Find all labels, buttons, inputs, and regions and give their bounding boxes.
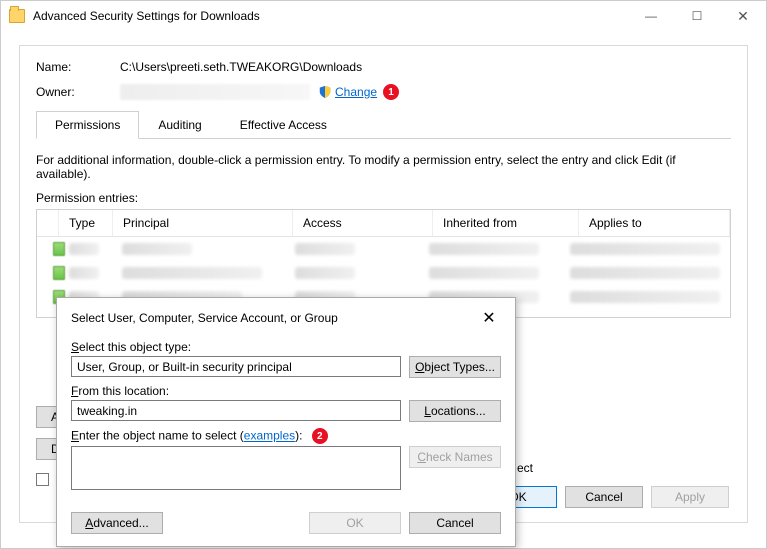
change-owner-link[interactable]: Change <box>335 85 377 99</box>
locations-button[interactable]: Locations... <box>409 400 501 422</box>
owner-value-redacted <box>120 84 310 100</box>
window-controls: — ☐ ✕ <box>628 1 766 31</box>
col-applies[interactable]: Applies to <box>579 210 730 236</box>
tab-row: Permissions Auditing Effective Access <box>36 110 731 139</box>
dialog2-ok-button[interactable]: OK <box>309 512 401 534</box>
enter-name-label: Enter the object name to select (example… <box>71 428 501 444</box>
select-user-dialog: Select User, Computer, Service Account, … <box>56 297 516 547</box>
object-name-input[interactable] <box>71 446 401 490</box>
info-text: For additional information, double-click… <box>36 153 731 181</box>
entries-label: Permission entries: <box>36 191 731 205</box>
examples-link[interactable]: examples <box>244 429 295 443</box>
object-type-field[interactable] <box>71 356 401 377</box>
object-types-button[interactable]: Object Types... <box>409 356 501 378</box>
permission-table-header: Type Principal Access Inherited from App… <box>37 210 730 237</box>
dialog2-titlebar: Select User, Computer, Service Account, … <box>71 308 501 328</box>
shield-icon <box>318 85 332 99</box>
table-row[interactable] <box>37 237 730 261</box>
minimize-button[interactable]: — <box>628 1 674 31</box>
col-inherited[interactable]: Inherited from <box>433 210 579 236</box>
background-text-fragment: ect <box>517 461 533 475</box>
titlebar: Advanced Security Settings for Downloads… <box>1 1 766 31</box>
check-names-button[interactable]: Check Names <box>409 446 501 468</box>
name-value: C:\Users\preeti.seth.TWEAKORG\Downloads <box>120 60 362 74</box>
folder-icon <box>9 9 25 23</box>
callout-1: 1 <box>383 84 399 100</box>
entry-icon <box>53 242 65 256</box>
name-label: Name: <box>36 60 120 74</box>
close-button[interactable]: ✕ <box>720 1 766 31</box>
dialog2-close-button[interactable]: ✕ <box>477 308 501 328</box>
cancel-button[interactable]: Cancel <box>565 486 643 508</box>
col-empty <box>37 210 59 236</box>
tab-effective-access[interactable]: Effective Access <box>221 111 346 139</box>
owner-label: Owner: <box>36 85 120 99</box>
window-title: Advanced Security Settings for Downloads <box>33 9 628 23</box>
table-row[interactable] <box>37 261 730 285</box>
replace-checkbox[interactable] <box>36 473 49 486</box>
callout-2: 2 <box>312 428 328 444</box>
col-principal[interactable]: Principal <box>113 210 293 236</box>
dialog2-title: Select User, Computer, Service Account, … <box>71 311 477 325</box>
tab-auditing[interactable]: Auditing <box>139 111 220 139</box>
apply-button[interactable]: Apply <box>651 486 729 508</box>
advanced-button[interactable]: Advanced... <box>71 512 163 534</box>
tab-permissions[interactable]: Permissions <box>36 111 139 139</box>
col-access[interactable]: Access <box>293 210 433 236</box>
location-label: From this location: <box>71 384 501 398</box>
object-type-label: Select this object type: <box>71 340 501 354</box>
maximize-button[interactable]: ☐ <box>674 1 720 31</box>
name-row: Name: C:\Users\preeti.seth.TWEAKORG\Down… <box>36 60 731 74</box>
owner-row: Owner: Change 1 <box>36 84 731 100</box>
main-window: Advanced Security Settings for Downloads… <box>0 0 767 549</box>
dialog2-cancel-button[interactable]: Cancel <box>409 512 501 534</box>
col-type[interactable]: Type <box>59 210 113 236</box>
location-field[interactable] <box>71 400 401 421</box>
entry-icon <box>53 266 65 280</box>
dialog-buttons: OK Cancel Apply <box>479 486 729 508</box>
